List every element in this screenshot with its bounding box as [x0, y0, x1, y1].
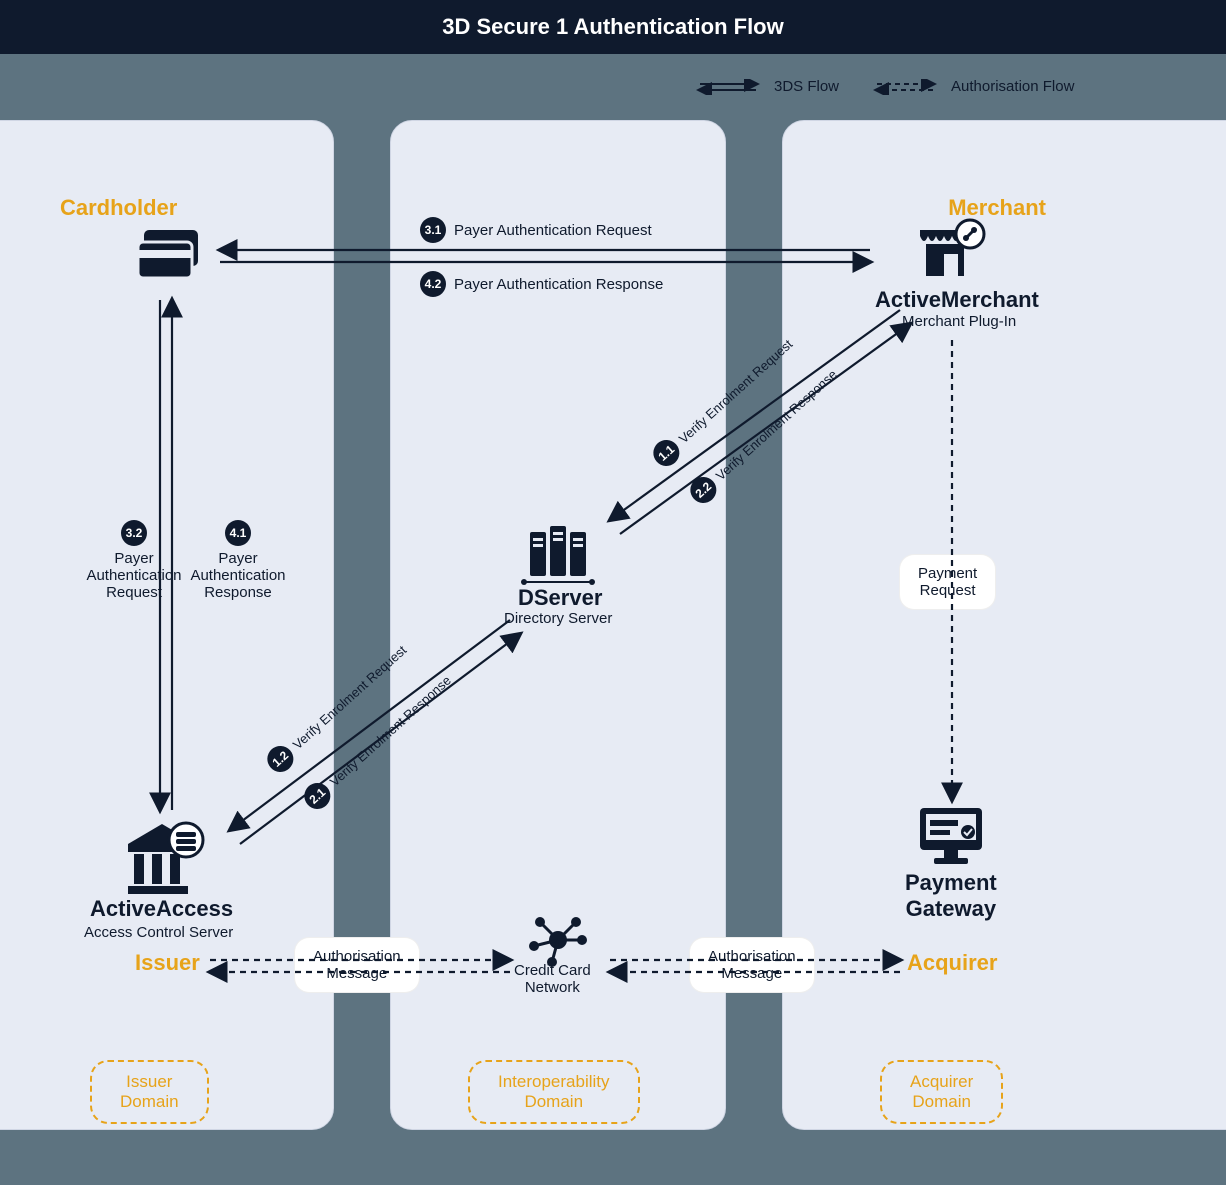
flow-3-1: 3.1 Payer Authentication Request [420, 217, 652, 243]
column-acquirer [782, 120, 1226, 1130]
auth-msg-right: Authorisation Message [690, 938, 814, 992]
flow-3-2: 3.2 Payer Authentication Request [74, 520, 194, 601]
merchant-product: ActiveMerchant [875, 287, 1039, 313]
payment-request-callout: Payment Request [900, 555, 995, 609]
node-issuer: Issuer [135, 950, 200, 976]
auth-msg-left: Authorisation Message [295, 938, 419, 992]
merchant-sub: Merchant Plug-In [902, 313, 1016, 330]
dserver-product: DServer [518, 585, 602, 611]
page-title: 3D Secure 1 Authentication Flow [0, 0, 1226, 54]
node-merchant: Merchant [948, 195, 1046, 221]
tag-issuer-domain: Issuer Domain [90, 1060, 209, 1124]
dserver-sub: Directory Server [504, 610, 612, 627]
tag-interop-domain: Interoperability Domain [468, 1060, 640, 1124]
legend-auth: Authorisation Flow [951, 78, 1074, 95]
node-gateway: Payment Gateway [905, 870, 997, 922]
node-acquirer: Acquirer [907, 950, 997, 976]
tag-acquirer-domain: Acquirer Domain [880, 1060, 1003, 1124]
activeaccess-product: ActiveAccess [90, 896, 233, 922]
legend: 3DS Flow Authorisation Flow [692, 78, 1074, 95]
flow-4-1: 4.1 Payer Authentication Response [178, 520, 298, 601]
node-cardholder: Cardholder [60, 195, 177, 221]
column-issuer [0, 120, 334, 1130]
node-ccn: Credit Card Network [514, 962, 591, 996]
flow-4-2: 4.2 Payer Authentication Response [420, 271, 663, 297]
legend-3ds: 3DS Flow [774, 78, 839, 95]
activeaccess-sub: Access Control Server [84, 924, 233, 941]
